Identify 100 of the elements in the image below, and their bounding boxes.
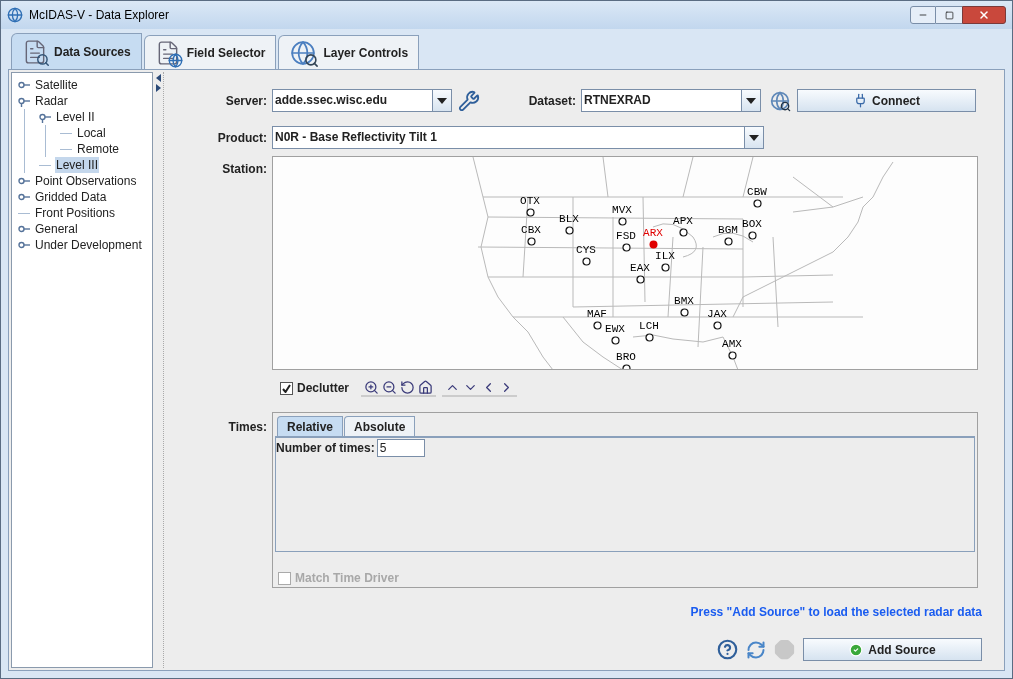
expanded-node-icon[interactable]	[18, 95, 30, 107]
product-label: Product:	[216, 129, 268, 147]
station-marker-icon[interactable]	[712, 321, 722, 330]
station-marker-icon[interactable]	[723, 237, 733, 246]
tree-item[interactable]: Point Observations	[34, 173, 138, 189]
station-code: MVX	[612, 205, 632, 216]
dropdown-arrow-icon	[437, 97, 447, 104]
station-marker-icon[interactable]	[727, 351, 737, 360]
station-code: BMX	[674, 296, 694, 307]
dataset-dropdown[interactable]: RTNEXRAD	[581, 89, 761, 112]
station-marker-icon[interactable]	[526, 237, 536, 246]
station-code: LCH	[639, 321, 659, 332]
times-count-label: Number of times:	[276, 440, 375, 457]
expanded-node-icon[interactable]	[39, 111, 51, 123]
home-icon[interactable]	[418, 379, 433, 395]
connect-button[interactable]: Connect	[797, 89, 976, 112]
tree-item[interactable]: Radar	[34, 93, 69, 109]
station-marker-icon[interactable]	[679, 308, 689, 317]
close-icon	[978, 9, 990, 21]
station-code: EAX	[630, 263, 650, 274]
help-icon[interactable]	[717, 639, 738, 660]
reset-icon[interactable]	[400, 379, 415, 395]
station-code: JAX	[707, 309, 727, 320]
station-marker-icon[interactable]	[678, 228, 688, 237]
station-marker-icon[interactable]	[564, 226, 574, 235]
times-label: Times:	[227, 419, 268, 436]
server-label: Server:	[224, 92, 268, 110]
declutter-label: Declutter	[297, 380, 349, 397]
zoom-out-icon[interactable]	[382, 379, 397, 395]
tab[interactable]: Layer Controls	[278, 35, 420, 69]
station-marker-icon[interactable]	[752, 199, 762, 208]
station-code: EWX	[605, 324, 625, 335]
dropdown-arrow-icon	[749, 134, 759, 141]
station-code: BOX	[742, 219, 762, 230]
tab[interactable]: Absolute	[344, 416, 416, 436]
station-code: CYS	[576, 245, 596, 256]
station-code: FSD	[616, 231, 636, 242]
station-marker-icon[interactable]	[747, 231, 757, 240]
station-code: APX	[673, 216, 693, 227]
tree-item[interactable]: Front Positions	[34, 205, 117, 221]
wrench-icon[interactable]	[458, 89, 480, 112]
minimize-button[interactable]	[910, 6, 936, 24]
tab[interactable]: Field Selector	[143, 35, 277, 69]
plug-icon	[853, 93, 868, 108]
tab[interactable]: Relative	[277, 416, 344, 436]
station-marker-icon[interactable]	[644, 333, 654, 342]
tree-item[interactable]: Level III	[55, 157, 100, 173]
tree-item[interactable]: Local	[76, 125, 107, 141]
tree-item[interactable]: General	[34, 221, 79, 237]
collapsed-node-icon[interactable]	[18, 239, 30, 251]
station-code: CBW	[747, 187, 767, 198]
station-marker-icon[interactable]	[621, 243, 631, 252]
station-marker-icon[interactable]	[581, 257, 591, 266]
station-marker-icon[interactable]	[648, 240, 658, 249]
station-code: BLX	[559, 214, 579, 225]
refresh-icon[interactable]	[746, 639, 766, 660]
station-marker-icon[interactable]	[610, 336, 620, 345]
tree-item[interactable]: Satellite	[34, 77, 79, 93]
station-marker-icon[interactable]	[660, 263, 670, 272]
station-marker-icon[interactable]	[525, 208, 535, 217]
collapsed-node-icon[interactable]	[18, 223, 30, 235]
station-code: BGM	[718, 225, 738, 236]
collapse-left-icon[interactable]	[155, 74, 161, 82]
close-button[interactable]	[962, 6, 1006, 24]
station-marker-icon[interactable]	[592, 321, 602, 330]
product-dropdown[interactable]: N0R - Base Reflectivity Tilt 1	[272, 126, 764, 149]
globe-search-icon[interactable]	[769, 89, 791, 112]
check-icon	[849, 642, 864, 657]
tree-item[interactable]: Under Development	[34, 237, 143, 253]
tree-item[interactable]: Remote	[76, 141, 121, 157]
station-label: Station:	[221, 161, 268, 178]
station-marker-icon[interactable]	[617, 217, 627, 226]
tree-item[interactable]: Gridded Data	[34, 189, 108, 205]
match-time-driver-label: Match Time Driver	[295, 570, 399, 587]
collapsed-node-icon[interactable]	[18, 79, 30, 91]
station-map[interactable]: CBW OTX MVX BLX APX BOX CBX ARX BGM FSD CYS ILX EAX BMX MAF JAX EWX LCH AMX BRO	[272, 156, 978, 370]
app-icon	[7, 7, 23, 23]
station-code: ILX	[655, 251, 675, 262]
window-title: McIDAS-V - Data Explorer	[29, 7, 170, 24]
station-code: OTX	[520, 196, 540, 207]
dataset-label: Dataset:	[527, 92, 577, 110]
checkbox[interactable]	[280, 381, 293, 395]
tab[interactable]: Data Sources	[11, 33, 142, 69]
collapsed-node-icon[interactable]	[18, 175, 30, 187]
station-marker-icon[interactable]	[635, 275, 645, 284]
station-code: BRO	[616, 352, 636, 363]
add-source-button[interactable]: Add Source	[803, 638, 982, 661]
maximize-icon	[944, 10, 954, 20]
maximize-button[interactable]	[936, 6, 962, 24]
station-code: ARX	[643, 228, 663, 239]
station-code: MAF	[587, 309, 607, 320]
station-code: CBX	[521, 225, 541, 236]
tree-item[interactable]: Level II	[55, 109, 96, 125]
dropdown-arrow-icon	[746, 97, 756, 104]
collapsed-node-icon[interactable]	[18, 191, 30, 203]
zoom-in-icon[interactable]	[364, 379, 379, 395]
server-dropdown[interactable]: adde.ssec.wisc.edu	[272, 89, 452, 112]
station-code: AMX	[722, 339, 742, 350]
expand-right-icon[interactable]	[155, 84, 161, 92]
times-count-field[interactable]: 5	[376, 439, 425, 457]
